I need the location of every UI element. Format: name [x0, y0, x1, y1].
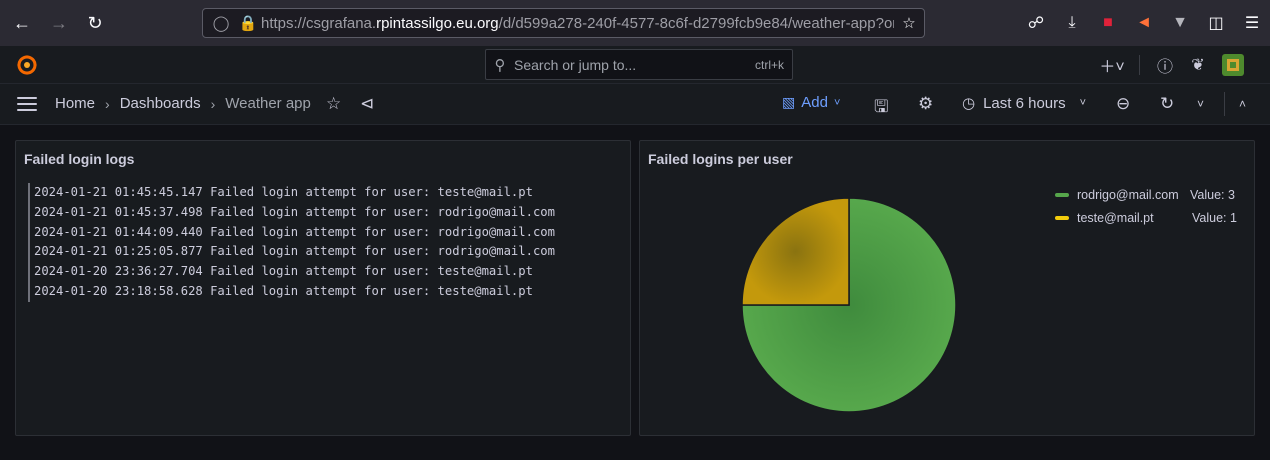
- extensions-icon[interactable]: ◫: [1198, 13, 1234, 33]
- url-prefix: https://csgrafana.: [261, 14, 377, 32]
- logs-panel: Failed login logs 2024-01-21 01:45:45.14…: [15, 140, 631, 436]
- back-arrow-icon[interactable]: ←: [4, 5, 40, 41]
- url-text[interactable]: https://csgrafana.rpintassilgo.eu.org/d/…: [261, 15, 894, 32]
- pie-chart-panel: Failed logins per user rodrigo@mail.com …: [639, 140, 1255, 436]
- panel-title[interactable]: Failed login logs: [24, 151, 134, 167]
- add-button[interactable]: ▧ Add ˅: [782, 94, 840, 111]
- save-icon[interactable]: 🖫: [874, 94, 888, 123]
- add-button-label: Add: [801, 94, 828, 111]
- log-line[interactable]: 2024-01-20 23:18:58.628 Failed login att…: [28, 281, 555, 302]
- log-line[interactable]: 2024-01-21 01:45:45.147 Failed login att…: [28, 183, 555, 203]
- log-list: 2024-01-21 01:45:45.147 Failed login att…: [28, 183, 555, 302]
- legend-swatch: [1055, 192, 1069, 197]
- chart-legend: rodrigo@mail.com Value: 3 teste@mail.pt …: [1055, 183, 1237, 229]
- avatar[interactable]: [1222, 54, 1244, 76]
- chevron-down-icon: ˅: [833, 96, 841, 109]
- help-icon[interactable]: ⓘ: [1150, 53, 1180, 77]
- topbar-divider: [1139, 55, 1140, 75]
- legend-value: Value: 1: [1192, 210, 1237, 225]
- address-bar[interactable]: ◯ 🔒 https://csgrafana.rpintassilgo.eu.or…: [202, 8, 925, 38]
- chevron-right-icon: ›: [105, 95, 110, 112]
- add-panel-icon: ▧: [782, 94, 796, 110]
- breadcrumb-current: Weather app: [225, 95, 311, 112]
- bookmark-star-icon[interactable]: ☆: [894, 14, 924, 32]
- legend-name: rodrigo@mail.com: [1077, 187, 1179, 202]
- news-feed-icon[interactable]: ❦: [1180, 55, 1216, 75]
- chevron-right-icon: ›: [210, 95, 216, 112]
- share-icon[interactable]: ⊲: [360, 94, 374, 114]
- download-icon[interactable]: ⤓: [1054, 14, 1090, 32]
- chevron-down-icon: ˅: [1079, 97, 1087, 109]
- megaphone-icon[interactable]: ◄: [1126, 14, 1162, 32]
- search-shortcut: ctrl+k: [754, 57, 784, 72]
- star-icon[interactable]: ☆: [326, 94, 341, 114]
- log-line[interactable]: 2024-01-21 01:45:37.498 Failed login att…: [28, 202, 555, 223]
- lock-icon[interactable]: 🔒: [235, 14, 261, 32]
- clock-icon: ◷: [962, 95, 976, 112]
- grafana-topbar: ⚲ Search or jump to... ctrl+k ＋˅ ⓘ ❦: [0, 46, 1270, 84]
- grafana-logo-icon[interactable]: [16, 54, 38, 76]
- legend-item[interactable]: teste@mail.pt Value: 1: [1055, 206, 1237, 229]
- extension-icons: ☍ ⤓ ■ ◄ ▼ ◫ ☰: [1018, 8, 1270, 38]
- collapse-chevron-up-icon[interactable]: ˄: [1239, 97, 1246, 111]
- menu-icon[interactable]: ☰: [1234, 13, 1270, 33]
- legend-value: Value: 3: [1190, 187, 1235, 202]
- reload-icon[interactable]: ↻: [77, 5, 113, 41]
- topbar-actions: ＋˅ ⓘ ❦: [1095, 52, 1244, 78]
- vue-devtools-icon[interactable]: ▼: [1162, 14, 1198, 32]
- search-placeholder: Search or jump to...: [514, 56, 637, 73]
- breadcrumb: Home › Dashboards › Weather app: [55, 95, 311, 112]
- url-path: /d/d599a278-240f-4577-8c6f-d2799fcb9e84/…: [498, 14, 894, 32]
- breadcrumb-home[interactable]: Home: [55, 95, 95, 112]
- refresh-icon[interactable]: ↻: [1160, 94, 1174, 114]
- search-icon: ⚲: [494, 56, 506, 74]
- log-line[interactable]: 2024-01-20 23:36:27.704 Failed login att…: [28, 262, 555, 282]
- settings-gear-icon[interactable]: ⚙: [918, 94, 933, 114]
- time-range-label: Last 6 hours: [983, 94, 1066, 112]
- time-range-picker[interactable]: ◷ Last 6 hours ˅: [962, 94, 1087, 113]
- forward-arrow-icon[interactable]: →: [41, 5, 77, 41]
- refresh-interval-chevron-icon[interactable]: ˅: [1197, 97, 1204, 111]
- legend-swatch: [1055, 215, 1069, 220]
- new-plus-icon[interactable]: ＋˅: [1095, 53, 1129, 77]
- pocket-icon[interactable]: ☍: [1018, 13, 1054, 33]
- legend-name: teste@mail.pt: [1077, 210, 1154, 225]
- menu-toggle-icon[interactable]: [17, 97, 37, 111]
- dashboard-toolbar: Home › Dashboards › Weather app ☆ ⊲ ▧ Ad…: [0, 84, 1270, 125]
- pie-slice-teste-mail-pt[interactable]: [741, 197, 850, 306]
- url-host: rpintassilgo.eu.org: [376, 14, 499, 32]
- ublock-icon[interactable]: ■: [1090, 14, 1126, 32]
- zoom-out-icon[interactable]: ⊖: [1116, 94, 1130, 114]
- legend-item[interactable]: rodrigo@mail.com Value: 3: [1055, 183, 1237, 206]
- browser-toolbar: ← → ↻ ◯ 🔒 https://csgrafana.rpintassilgo…: [0, 0, 1270, 46]
- search-input[interactable]: ⚲ Search or jump to... ctrl+k: [485, 49, 793, 80]
- breadcrumb-dashboards[interactable]: Dashboards: [120, 95, 201, 112]
- shield-icon[interactable]: ◯: [207, 14, 235, 32]
- log-line[interactable]: 2024-01-21 01:25:05.877 Failed login att…: [28, 242, 555, 263]
- toolbar-divider: [1224, 92, 1225, 116]
- log-line[interactable]: 2024-01-21 01:44:09.440 Failed login att…: [28, 222, 555, 243]
